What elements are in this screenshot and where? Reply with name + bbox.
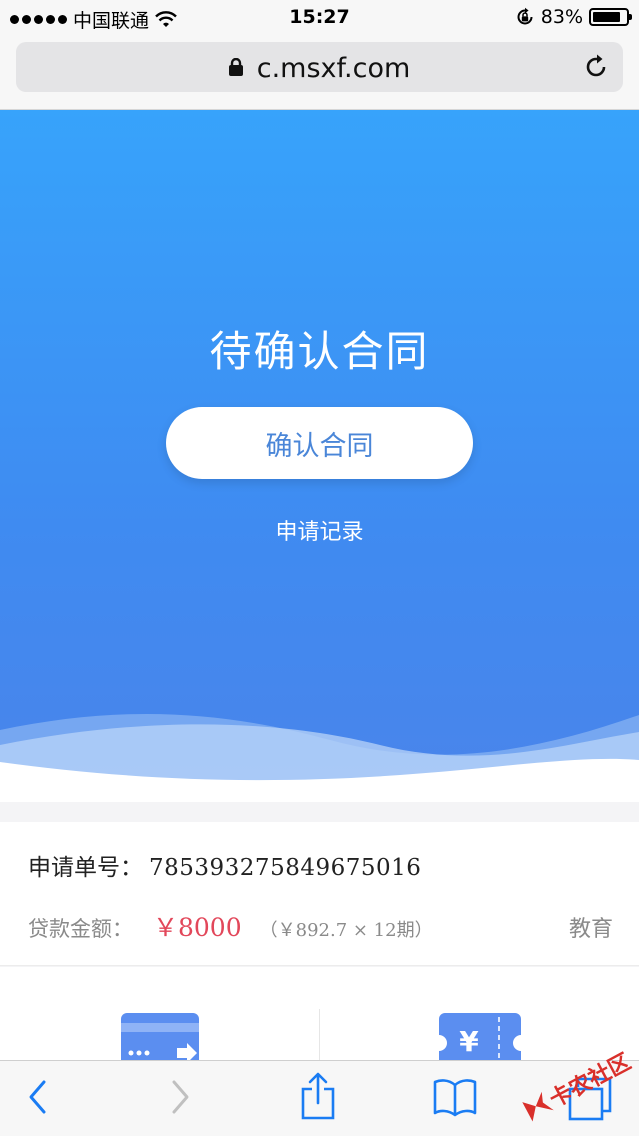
quick-actions: ¥ [0, 967, 639, 1060]
page: 中国联通 15:27 83% c.msxf.com 待确认合同 确认合同 申请记… [0, 0, 639, 1136]
lock-icon [228, 57, 243, 76]
wave-decoration [0, 713, 639, 802]
order-row: 申请单号： 785393275849675016 [28, 848, 421, 882]
order-number: 785393275849675016 [149, 855, 422, 881]
browser-address-area: c.msxf.com [0, 36, 639, 110]
hero-banner: 待确认合同 确认合同 申请记录 [0, 110, 639, 802]
page-title: 待确认合同 [209, 327, 430, 376]
battery-icon [589, 8, 632, 26]
share-icon[interactable] [300, 1071, 336, 1121]
application-records-link[interactable]: 申请记录 [0, 514, 639, 546]
address-bar[interactable]: c.msxf.com [16, 42, 623, 92]
installment-detail: （￥892.7 × 12期） [259, 920, 433, 941]
battery-level-fill [593, 12, 620, 22]
confirm-contract-button[interactable]: 确认合同 [166, 407, 473, 479]
yuan-coupon-icon[interactable]: ¥ [439, 1013, 521, 1060]
url-text: c.msxf.com [256, 53, 411, 84]
order-label: 申请单号： [28, 855, 143, 881]
forward-icon[interactable] [168, 1077, 192, 1117]
svg-text:¥: ¥ [459, 1025, 479, 1058]
status-bar: 中国联通 15:27 83% [0, 0, 639, 36]
rotation-lock-icon [517, 7, 533, 25]
battery-percent: 83% [540, 6, 583, 28]
divider [319, 1009, 320, 1060]
loan-purpose: 教育 [568, 917, 613, 942]
reload-icon[interactable] [583, 53, 609, 81]
bookmarks-icon[interactable] [432, 1077, 478, 1117]
address-text-wrap: c.msxf.com [16, 53, 623, 84]
loan-amount: ￥8000 [153, 913, 242, 942]
amount-label: 贷款金额： [28, 917, 133, 941]
amount-row: 贷款金额： ￥8000 （￥892.7 × 12期） 教育 [28, 908, 613, 944]
bank-card-icon[interactable] [121, 1013, 201, 1060]
status-right: 83% [515, 6, 632, 28]
back-icon[interactable] [26, 1077, 50, 1117]
loan-info-card: 申请单号： 785393275849675016 贷款金额： ￥8000 （￥89… [0, 822, 639, 966]
